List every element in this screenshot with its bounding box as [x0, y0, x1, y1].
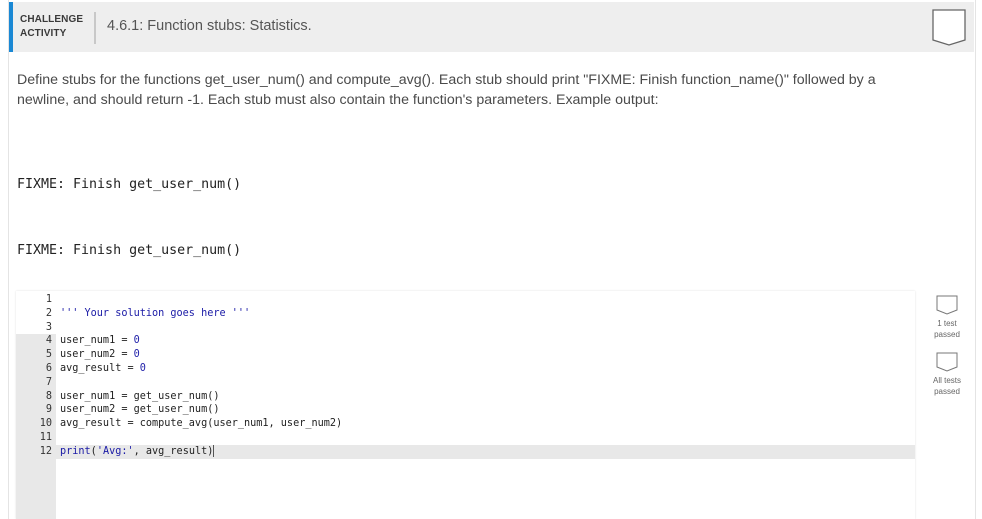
test-label-line2: passed	[934, 387, 960, 396]
activity-kind-line2: ACTIVITY	[20, 28, 67, 39]
test-badge-icon	[936, 295, 958, 315]
code-text[interactable]: user_num1 = 0	[60, 334, 140, 348]
line-number: 2	[45, 307, 52, 319]
code-line[interactable]: 4 user_num1 = 0	[16, 334, 915, 348]
code-text[interactable]: ''' Your solution goes here '''	[60, 307, 250, 321]
test-label-line1: All tests	[932, 376, 961, 385]
code-line[interactable]: 2 ''' Your solution goes here '''	[16, 307, 915, 321]
line-number: 12	[39, 445, 52, 457]
code-line[interactable]: 3	[16, 321, 915, 335]
header-accent-bar	[9, 2, 13, 52]
example-output-line: FIXME: Finish get_user_num()	[17, 243, 242, 258]
code-line[interactable]: 7	[16, 376, 915, 390]
code-text[interactable]: user_num2 = get_user_num()	[60, 403, 219, 417]
line-number: 1	[45, 294, 52, 305]
code-line[interactable]: 12 print('Avg:', avg_result)	[16, 444, 915, 459]
code-line[interactable]: 6 avg_result = 0	[16, 362, 915, 376]
activity-kind: CHALLENGE ACTIVITY	[20, 13, 83, 41]
code-text[interactable]: print('Avg:', avg_result)	[60, 444, 215, 459]
line-number: 7	[45, 376, 52, 388]
example-output-line: FIXME: Finish get_user_num()	[17, 177, 242, 192]
test-label-line2: passed	[934, 330, 960, 339]
test-status-1-test: 1 test passed	[930, 295, 964, 340]
test-label-line1: 1 test	[937, 319, 957, 328]
line-number: 10	[39, 418, 52, 430]
completion-badge-icon	[932, 9, 966, 46]
activity-description: Define stubs for the functions get_user_…	[17, 72, 876, 108]
code-text[interactable]: avg_result = compute_avg(user_num1, user…	[60, 417, 342, 431]
line-number: 3	[45, 321, 52, 333]
activity-kind-line1: CHALLENGE	[20, 14, 84, 25]
activity-title: 4.6.1: Function stubs: Statistics.	[107, 18, 312, 34]
code-editor[interactable]: 1 2 ''' Your solution goes here ''' 3 4 user_…	[16, 291, 915, 519]
line-number: 8	[45, 390, 52, 402]
header-divider	[94, 12, 96, 44]
code-line[interactable]: 8 user_num1 = get_user_num()	[16, 390, 915, 404]
code-line[interactable]: 5 user_num2 = 0	[16, 348, 915, 362]
code-line[interactable]: 10 avg_result = compute_avg(user_num1, us…	[16, 417, 915, 431]
line-number: 4	[45, 335, 52, 347]
line-number: 5	[45, 349, 52, 361]
text-cursor	[213, 444, 215, 457]
code-line[interactable]: 9 user_num2 = get_user_num()	[16, 403, 915, 417]
test-status-all-tests: All tests passed	[930, 352, 964, 397]
test-badge-icon	[936, 352, 958, 372]
code-text[interactable]: user_num1 = get_user_num()	[60, 390, 219, 404]
code-text[interactable]: user_num2 = 0	[60, 348, 140, 362]
line-number: 9	[45, 404, 52, 416]
line-number: 11	[39, 431, 52, 443]
code-text[interactable]: avg_result = 0	[60, 362, 146, 376]
code-line[interactable]: 1	[16, 293, 915, 307]
code-lines[interactable]: 1 2 ''' Your solution goes here ''' 3 4 user_…	[16, 291, 915, 459]
line-number: 6	[45, 362, 52, 374]
code-line[interactable]: 11	[16, 431, 915, 445]
